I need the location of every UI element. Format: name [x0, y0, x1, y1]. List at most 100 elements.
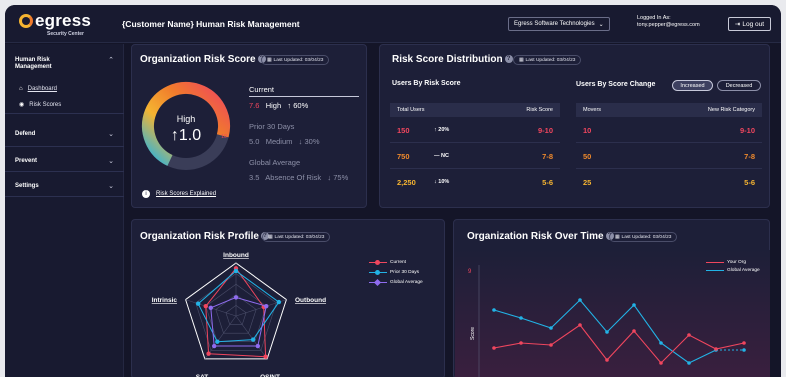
your-org-point[interactable]	[714, 347, 718, 351]
your-org-point[interactable]	[492, 346, 496, 350]
org-risk-over-time-card: Organization Risk Over Time? ▦ Last Upda…	[453, 219, 770, 377]
your-org-point[interactable]	[659, 361, 663, 365]
info-icon: i	[142, 190, 150, 198]
table-row[interactable]: 2,250 ↓ 10% 5-6	[390, 169, 560, 195]
global-average-point[interactable]	[492, 308, 496, 312]
current-label: Current	[249, 85, 275, 94]
legend-swatch	[706, 261, 724, 264]
organization-select[interactable]: Egress Software Technologies ⌄	[508, 17, 610, 31]
radar-point[interactable]	[250, 337, 256, 342]
legend-item-current: Current	[369, 259, 406, 265]
legend-label: Your Org	[727, 260, 747, 265]
legend-item-prior: Prior 30 Days	[369, 269, 419, 275]
risk-distribution-card: Risk Score Distribution? ▦ Last Updated:…	[379, 44, 770, 208]
table-row[interactable]: 10 9-10	[576, 117, 762, 143]
global-average-point[interactable]	[519, 316, 523, 320]
chevron-up-icon[interactable]: ⌃	[108, 56, 114, 64]
users-by-change-title: Users By Score Change	[576, 81, 656, 88]
radar-point[interactable]	[263, 354, 268, 359]
your-org-point[interactable]	[519, 341, 523, 345]
global-value: 3.5	[249, 173, 260, 182]
logo-text: egress	[35, 11, 92, 30]
radar-axis-label: Outbound	[295, 297, 326, 304]
radar-point[interactable]	[195, 301, 201, 306]
sidebar-item-dashboard-label: Dashboard	[27, 86, 57, 92]
risk-scores-explained-link[interactable]: i Risk Scores Explained	[142, 190, 216, 198]
radar-point[interactable]	[233, 268, 239, 274]
calendar-icon: ▦	[615, 234, 620, 240]
your-org-point[interactable]	[549, 343, 553, 347]
last-updated-badge: ▦ Last Updated: 03/04/23	[262, 232, 331, 242]
sidebar: Human Risk Management ⌃ ⌂ Dashboard ◉ Ri…	[5, 44, 124, 377]
global-level: Absence Of Risk	[265, 173, 322, 182]
prior-row: 5.0 Medium ↓ 30%	[249, 137, 320, 146]
logout-button[interactable]: ⇥ Log out	[728, 17, 771, 31]
nav-group-settings[interactable]: Settings ⌄	[5, 172, 124, 197]
col-risk-score: Risk Score	[526, 107, 553, 113]
nav-group-prevent[interactable]: Prevent ⌄	[5, 147, 124, 172]
legend-swatch	[369, 269, 387, 275]
nav-group-defend[interactable]: Defend ⌄	[5, 122, 124, 147]
current-level: High	[265, 101, 282, 110]
global-average-point[interactable]	[687, 361, 691, 365]
radar-point[interactable]	[211, 343, 217, 349]
radar-point[interactable]	[206, 351, 211, 356]
egress-logo[interactable]: egress Security Center	[19, 11, 99, 37]
app-window: egress Security Center {Customer Name} H…	[5, 5, 781, 377]
nav-group-hrm-label[interactable]: Human Risk Management	[15, 57, 75, 71]
toggle-increased[interactable]: Increased	[672, 80, 713, 91]
global-average-point[interactable]	[605, 330, 609, 334]
legend-item-your-org: Your Org	[706, 260, 746, 265]
your-org-point[interactable]	[632, 329, 636, 333]
sidebar-item-dashboard[interactable]: ⌂ Dashboard	[19, 86, 57, 92]
table-row[interactable]: 50 7-8	[576, 143, 762, 169]
your-org-point[interactable]	[742, 341, 746, 345]
radar-point[interactable]	[255, 343, 261, 349]
home-icon: ⌂	[19, 86, 23, 92]
nav-group-hrm: Human Risk Management ⌃ ⌂ Dashboard ◉ Ri…	[5, 44, 124, 114]
card-title-text: Organization Risk Over Time	[467, 231, 604, 242]
radar-series-2	[210, 296, 267, 347]
nav-group-prevent-label: Prevent	[15, 158, 38, 164]
radar-point[interactable]	[203, 303, 208, 309]
row-users: 2,250	[397, 178, 416, 187]
prior-value: 5.0	[249, 137, 260, 146]
toggle-decreased[interactable]: Decreased	[717, 80, 761, 91]
nav-group-defend-label: Defend	[15, 131, 36, 137]
logout-label: Log out	[742, 20, 765, 28]
help-icon[interactable]: ?	[504, 55, 513, 64]
chevron-down-icon: ⌄	[108, 131, 114, 138]
logo-mark-icon	[19, 14, 33, 28]
sidebar-item-risk-scores[interactable]: ◉ Risk Scores	[19, 101, 61, 109]
table-row[interactable]: 25 5-6	[576, 169, 762, 195]
radar-point[interactable]	[208, 305, 213, 311]
legend-swatch	[369, 278, 387, 286]
your-org-point[interactable]	[578, 323, 582, 327]
last-updated-text: Last Updated: 03/04/23	[621, 234, 672, 240]
your-org-point[interactable]	[605, 358, 609, 362]
gauge-level: High	[177, 114, 196, 124]
row-movers: 50	[583, 152, 592, 161]
gauge-max: 10	[221, 134, 227, 140]
risk-gauge: High ↑1.0 10	[142, 82, 230, 170]
org-risk-profile-card: Organization Risk Profile? ▦ Last Update…	[131, 219, 445, 377]
radar-point[interactable]	[215, 339, 220, 344]
global-row: 3.5 Absence Of Risk ↓ 75%	[249, 173, 348, 182]
card-title: Organization Risk Over Time?	[467, 231, 614, 242]
radar-point[interactable]	[233, 295, 239, 300]
global-average-point[interactable]	[549, 326, 553, 330]
global-average-point[interactable]	[632, 303, 636, 307]
global-average-point[interactable]	[659, 341, 663, 345]
global-average-point[interactable]	[578, 298, 582, 302]
table-row[interactable]: 750 — NC 7-8	[390, 143, 560, 169]
radar-point[interactable]	[264, 303, 269, 309]
radar-point[interactable]	[276, 299, 282, 305]
legend-swatch	[369, 259, 387, 265]
global-average-point[interactable]	[742, 348, 746, 352]
last-updated-text: Last Updated: 03/04/23	[274, 234, 325, 240]
row-movers: 25	[583, 178, 592, 187]
calendar-icon: ▦	[267, 57, 272, 63]
card-title: Organization Risk Profile?	[140, 231, 269, 242]
your-org-point[interactable]	[687, 333, 691, 337]
table-row[interactable]: 150 ↑ 20% 9-10	[390, 117, 560, 143]
